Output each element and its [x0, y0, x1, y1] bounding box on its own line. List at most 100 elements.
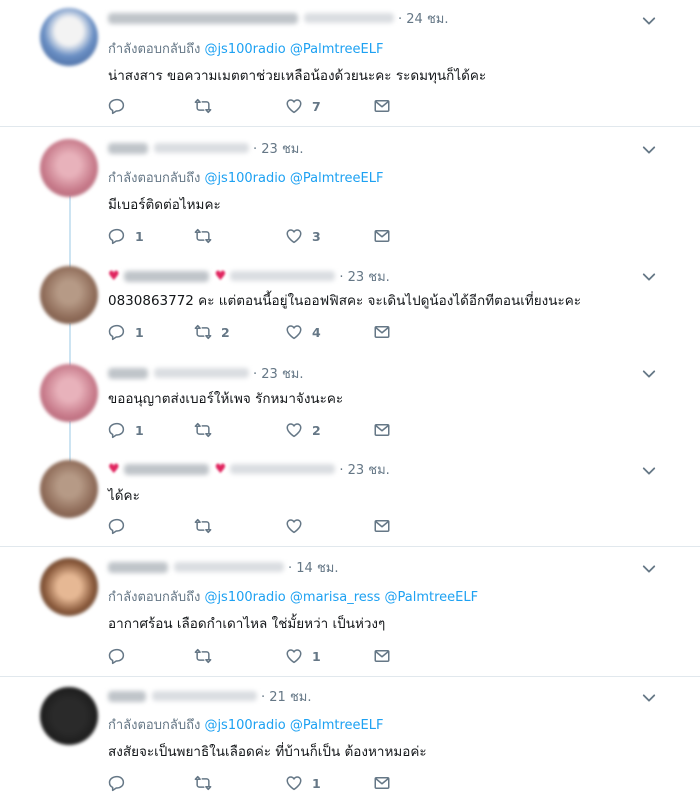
reply-icon — [108, 421, 126, 439]
tweet-timestamp[interactable]: · 14 ชม. — [288, 557, 338, 578]
mention-link[interactable]: @js100radio — [204, 590, 285, 605]
blurred-display-name[interactable] — [108, 142, 148, 154]
mention-link[interactable]: @PalmtreeELF — [290, 171, 384, 186]
blurred-display-name[interactable] — [123, 270, 209, 282]
avatar[interactable] — [40, 364, 98, 422]
blurred-username[interactable] — [152, 691, 257, 701]
heart-icon — [285, 647, 303, 665]
blurred-username[interactable] — [230, 271, 336, 281]
tweet-timestamp[interactable]: · 21 ชม. — [261, 686, 311, 707]
like-button[interactable]: 4 — [285, 322, 321, 342]
retweet-button[interactable] — [194, 646, 221, 666]
retweet-button[interactable] — [194, 420, 221, 440]
blurred-username[interactable] — [230, 464, 336, 474]
tweet-divider — [0, 546, 700, 547]
reply-button[interactable]: 1 — [108, 226, 144, 246]
reply-icon — [108, 323, 126, 341]
mention-link[interactable]: @js100radio — [204, 171, 285, 186]
tweet-text: 0830863772 คะ แต่ตอนนี้อยู่ในออฟฟิสคะ จะ… — [108, 293, 581, 309]
heart-icon — [285, 517, 303, 535]
chevron-down-icon[interactable] — [640, 689, 658, 707]
mention-link[interactable]: @PalmtreeELF — [290, 718, 384, 733]
blurred-display-name[interactable] — [108, 690, 146, 702]
reply-button[interactable]: 1 — [108, 322, 144, 342]
reply-button[interactable] — [108, 773, 135, 793]
tweet-text: ขออนุญาตส่งเบอร์ให้เพจ รักหมาจังนะคะ — [108, 391, 344, 407]
heart-emoji-icon: ♥ — [214, 268, 227, 284]
blurred-display-name[interactable] — [108, 561, 168, 573]
reply-icon — [108, 97, 126, 115]
avatar[interactable] — [40, 266, 98, 324]
heart-icon — [285, 421, 303, 439]
chevron-down-icon[interactable] — [640, 268, 658, 286]
avatar[interactable] — [40, 558, 98, 616]
envelope-icon — [373, 97, 391, 115]
retweet-icon — [194, 227, 212, 245]
direct-message-button[interactable] — [373, 96, 391, 116]
avatar[interactable] — [40, 8, 98, 66]
blurred-username[interactable] — [304, 13, 394, 23]
reply-button[interactable] — [108, 96, 135, 116]
reply-icon — [108, 517, 126, 535]
blurred-username[interactable] — [154, 143, 249, 153]
envelope-icon — [373, 421, 391, 439]
heart-icon — [285, 323, 303, 341]
heart-emoji-icon: ♥ — [214, 461, 227, 477]
like-button[interactable] — [285, 516, 312, 536]
reply-button[interactable] — [108, 516, 135, 536]
chevron-down-icon[interactable] — [640, 462, 658, 480]
mention-link[interactable]: @js100radio — [204, 718, 285, 733]
blurred-display-name[interactable] — [108, 367, 148, 379]
avatar[interactable] — [40, 460, 98, 518]
mention-link[interactable]: @PalmtreeELF — [290, 42, 384, 57]
envelope-icon — [373, 647, 391, 665]
tweet-timestamp[interactable]: · 23 ชม. — [253, 138, 303, 159]
blurred-display-name[interactable] — [123, 463, 209, 475]
reply-button[interactable]: 1 — [108, 420, 144, 440]
reply-icon — [108, 774, 126, 792]
direct-message-button[interactable] — [373, 516, 391, 536]
like-button[interactable]: 1 — [285, 773, 321, 793]
tweet-divider — [0, 676, 700, 677]
retweet-button[interactable] — [194, 516, 221, 536]
retweet-button[interactable] — [194, 96, 221, 116]
tweet-timestamp[interactable]: · 23 ชม. — [339, 266, 389, 287]
like-button[interactable]: 3 — [285, 226, 321, 246]
direct-message-button[interactable] — [373, 773, 391, 793]
mention-link[interactable]: @js100radio — [204, 42, 285, 57]
envelope-icon — [373, 517, 391, 535]
reply-button[interactable] — [108, 646, 135, 666]
chevron-down-icon[interactable] — [640, 12, 658, 30]
blurred-display-name[interactable] — [108, 12, 298, 24]
retweet-button[interactable]: 2 — [194, 322, 230, 342]
direct-message-button[interactable] — [373, 420, 391, 440]
retweet-icon — [194, 517, 212, 535]
tweet-text: อากาศร้อน เลือดกำเดาไหล ใช่มั้ยหว่า เป็น… — [108, 616, 386, 632]
blurred-username[interactable] — [154, 368, 249, 378]
thread-connector-line — [69, 195, 71, 270]
reply-icon — [108, 647, 126, 665]
mention-link[interactable]: @PalmtreeELF — [384, 590, 478, 605]
like-button[interactable]: 2 — [285, 420, 321, 440]
retweet-button[interactable] — [194, 226, 221, 246]
direct-message-button[interactable] — [373, 646, 391, 666]
chevron-down-icon[interactable] — [640, 141, 658, 159]
direct-message-button[interactable] — [373, 322, 391, 342]
blurred-username[interactable] — [174, 562, 284, 572]
like-button[interactable]: 1 — [285, 646, 321, 666]
chevron-down-icon[interactable] — [640, 560, 658, 578]
like-button[interactable]: 7 — [285, 96, 321, 116]
retweet-button[interactable] — [194, 773, 221, 793]
direct-message-button[interactable] — [373, 226, 391, 246]
thread-connector-line — [69, 421, 71, 465]
avatar[interactable] — [40, 687, 98, 745]
mention-link[interactable]: @marisa_ress — [290, 590, 380, 605]
chevron-down-icon[interactable] — [640, 365, 658, 383]
tweet-timestamp[interactable]: · 23 ชม. — [339, 459, 389, 480]
retweet-icon — [194, 647, 212, 665]
tweet-timestamp[interactable]: · 24 ชม. — [398, 8, 448, 29]
envelope-icon — [373, 227, 391, 245]
tweet-timestamp[interactable]: · 23 ชม. — [253, 363, 303, 384]
avatar[interactable] — [40, 139, 98, 197]
replying-to-line: กำลังตอบกลับถึง @js100radio @PalmtreeELF — [108, 718, 384, 733]
